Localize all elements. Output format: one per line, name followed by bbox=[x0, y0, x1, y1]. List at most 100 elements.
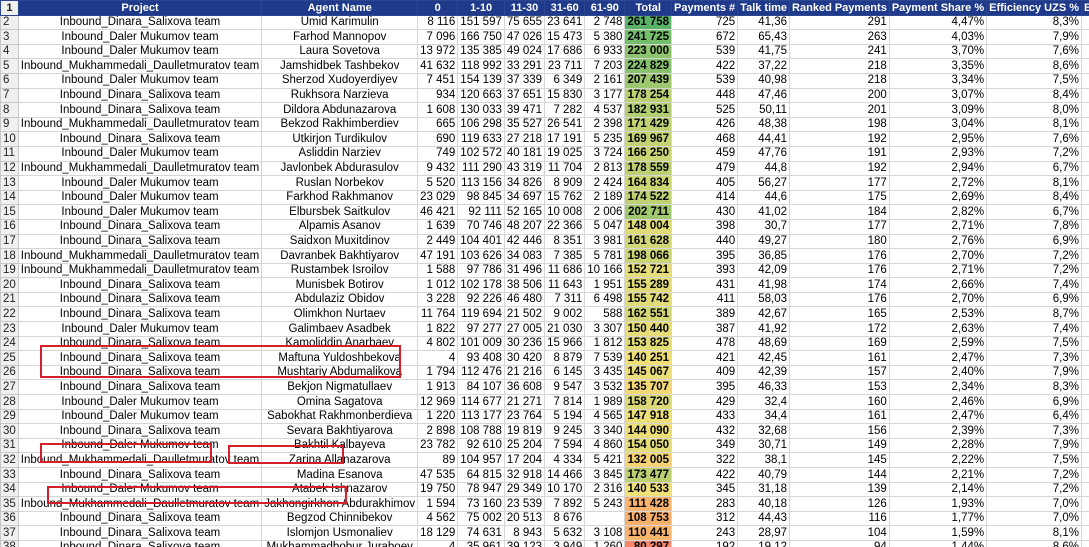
efficiency-uzs-cell[interactable]: 7,0% bbox=[986, 510, 1082, 527]
bucket-11-30-cell[interactable]: 25 204 bbox=[503, 437, 546, 454]
bucket-31-60-cell[interactable]: 22 366 bbox=[544, 218, 586, 235]
payments-count-cell[interactable]: 393 bbox=[671, 262, 739, 279]
ranked-payments-cell[interactable]: 191 bbox=[789, 145, 890, 162]
payments-count-cell[interactable]: 414 bbox=[671, 189, 739, 206]
ranked-payments-cell[interactable]: 291 bbox=[789, 14, 890, 31]
agent-name-cell[interactable]: Alpamis Asanov bbox=[261, 218, 419, 235]
payment-share-cell[interactable]: 3,34% bbox=[888, 72, 988, 89]
bucket-0-cell[interactable]: 5 520 bbox=[417, 175, 459, 191]
efficiency-share-cell[interactable]: 2,35% bbox=[1080, 160, 1089, 177]
project-cell[interactable]: Inbound_Mukhammedali_Daulletmuratov team bbox=[17, 58, 263, 74]
efficiency-share-cell[interactable]: 2,82% bbox=[1080, 525, 1089, 541]
talk-time-cell[interactable]: 42,39 bbox=[737, 364, 791, 381]
efficiency-uzs-cell[interactable]: 7,0% bbox=[986, 496, 1082, 512]
table-row[interactable]: 30 Inbound_Dinara_Salixova team Sevara Bak… bbox=[0, 423, 1089, 439]
total-cell[interactable]: 224 829 bbox=[624, 58, 673, 74]
bucket-31-60-cell[interactable]: 9 547 bbox=[544, 379, 586, 396]
payments-count-cell[interactable]: 432 bbox=[671, 423, 739, 439]
efficiency-share-cell[interactable]: 3,03% bbox=[1080, 306, 1089, 323]
bucket-11-30-cell[interactable]: 32 918 bbox=[503, 467, 546, 483]
total-cell[interactable]: 152 721 bbox=[624, 262, 673, 279]
talk-time-cell[interactable]: 47,76 bbox=[737, 145, 791, 162]
payments-count-cell[interactable]: 433 bbox=[671, 408, 739, 425]
table-row[interactable]: 4 Inbound_Daler Mukumov team Laura Sovetov… bbox=[0, 43, 1089, 60]
efficiency-uzs-cell[interactable]: 7,3% bbox=[986, 350, 1082, 366]
payments-count-cell[interactable]: 192 bbox=[671, 539, 739, 547]
row-number[interactable]: 23 bbox=[0, 321, 19, 337]
efficiency-uzs-cell[interactable]: 7,4% bbox=[986, 321, 1082, 337]
ranked-payments-cell[interactable]: 177 bbox=[789, 218, 890, 235]
project-cell[interactable]: Inbound_Mukhammedali_Daulletmuratov team bbox=[17, 496, 263, 512]
bucket-1-10-cell[interactable]: 114 677 bbox=[457, 394, 505, 410]
talk-time-cell[interactable]: 46,33 bbox=[737, 379, 791, 396]
bucket-1-10-cell[interactable]: 104 957 bbox=[457, 452, 505, 468]
bucket-61-90-cell[interactable]: 2 006 bbox=[584, 204, 626, 220]
efficiency-share-cell[interactable]: 2,40% bbox=[1080, 394, 1089, 410]
bucket-11-30-cell[interactable]: 38 506 bbox=[503, 277, 546, 293]
project-cell[interactable]: Inbound_Mukhammedali_Daulletmuratov team bbox=[17, 160, 263, 177]
bucket-0-cell[interactable]: 46 421 bbox=[417, 204, 459, 220]
bucket-0-cell[interactable]: 18 129 bbox=[417, 525, 459, 541]
bucket-11-30-cell[interactable]: 39 471 bbox=[503, 102, 546, 118]
talk-time-cell[interactable]: 30,7 bbox=[737, 218, 791, 235]
bucket-31-60-cell[interactable]: 7 814 bbox=[544, 394, 586, 410]
payment-share-cell[interactable]: 1,93% bbox=[888, 496, 988, 512]
bucket-61-90-cell[interactable]: 2 424 bbox=[584, 175, 626, 191]
agent-name-cell[interactable]: Bakhtil Kalbayeva bbox=[261, 437, 419, 454]
bucket-11-30-cell[interactable]: 40 181 bbox=[503, 145, 546, 162]
agent-name-cell[interactable]: Sevara Bakhtiyarova bbox=[261, 423, 419, 439]
bucket-0-cell[interactable]: 690 bbox=[417, 131, 459, 147]
bucket-31-60-cell[interactable]: 15 762 bbox=[544, 189, 586, 206]
row-number[interactable]: 20 bbox=[0, 277, 19, 293]
table-row[interactable]: 33 Inbound_Dinara_Salixova team Madina Esa… bbox=[0, 467, 1089, 483]
project-cell[interactable]: Inbound_Dinara_Salixova team bbox=[17, 467, 263, 483]
table-row[interactable]: 13 Inbound_Daler Mukumov team Ruslan Norbe… bbox=[0, 175, 1089, 191]
payment-share-cell[interactable]: 4,47% bbox=[888, 14, 988, 31]
payments-count-cell[interactable]: 422 bbox=[671, 58, 739, 74]
row-number[interactable]: 36 bbox=[0, 510, 19, 527]
bucket-0-cell[interactable]: 1 913 bbox=[417, 379, 459, 396]
bucket-61-90-cell[interactable]: 2 748 bbox=[584, 14, 626, 31]
project-cell[interactable]: Inbound_Dinara_Salixova team bbox=[17, 291, 263, 308]
talk-time-header[interactable]: Talk time bbox=[737, 0, 791, 16]
efficiency-uzs-cell[interactable]: 8,7% bbox=[986, 306, 1082, 323]
bucket-1-10-cell[interactable]: 64 815 bbox=[457, 467, 505, 483]
efficiency-uzs-cell[interactable]: 7,9% bbox=[986, 364, 1082, 381]
bucket-61-90-cell[interactable]: 2 813 bbox=[584, 160, 626, 177]
payments-count-cell[interactable]: 349 bbox=[671, 437, 739, 454]
bucket-11-30-cell[interactable]: 35 527 bbox=[503, 116, 546, 133]
project-cell[interactable]: Inbound_Daler Mukumov team bbox=[17, 481, 263, 498]
project-cell[interactable]: Inbound_Mukhammedali_Daulletmuratov team bbox=[17, 452, 263, 468]
payments-count-cell[interactable]: 725 bbox=[671, 14, 739, 31]
bucket-1-10-cell[interactable]: 106 298 bbox=[457, 116, 505, 133]
bucket-1-10-cell[interactable]: 119 633 bbox=[457, 131, 505, 147]
bucket-31-60-cell[interactable]: 7 594 bbox=[544, 437, 586, 454]
total-cell[interactable]: 182 931 bbox=[624, 102, 673, 118]
project-header[interactable]: Project bbox=[17, 0, 263, 16]
agent-name-cell[interactable]: Omina Sagatova bbox=[261, 394, 419, 410]
payments-count-header[interactable]: Payments # bbox=[671, 0, 739, 16]
total-cell[interactable]: 144 090 bbox=[624, 423, 673, 439]
bucket-11-30-cell[interactable]: 39 123 bbox=[503, 539, 546, 547]
project-cell[interactable]: Inbound_Dinara_Salixova team bbox=[17, 379, 263, 396]
bucket-1-10-cell[interactable]: 78 947 bbox=[457, 481, 505, 498]
efficiency-share-cell[interactable]: 2,92% bbox=[1080, 87, 1089, 104]
bucket-61-90-cell[interactable]: 1 812 bbox=[584, 335, 626, 352]
bucket-11-30-cell[interactable]: 75 655 bbox=[503, 14, 546, 31]
bucket-1-10-cell[interactable]: 35 961 bbox=[457, 539, 505, 547]
talk-time-cell[interactable]: 41,02 bbox=[737, 204, 791, 220]
efficiency-uzs-cell[interactable]: 7,2% bbox=[986, 481, 1082, 498]
bucket-61-90-cell[interactable]: 2 398 bbox=[584, 116, 626, 133]
bucket-61-90-cell[interactable]: 3 108 bbox=[584, 525, 626, 541]
bucket-0-cell[interactable]: 665 bbox=[417, 116, 459, 133]
efficiency-uzs-cell[interactable]: 7,9% bbox=[986, 437, 1082, 454]
bucket-11-30-cell[interactable]: 21 271 bbox=[503, 394, 546, 410]
bucket-0-cell[interactable]: 8 116 bbox=[417, 14, 459, 31]
row-number[interactable]: 28 bbox=[0, 394, 19, 410]
efficiency-share-cell[interactable]: 2,82% bbox=[1080, 175, 1089, 191]
project-cell[interactable]: Inbound_Dinara_Salixova team bbox=[17, 539, 263, 547]
efficiency-share-cell[interactable]: 2,60% bbox=[1080, 335, 1089, 352]
payment-share-cell[interactable]: 2,71% bbox=[888, 218, 988, 235]
bucket-1-10-cell[interactable]: 130 033 bbox=[457, 102, 505, 118]
bucket-0-cell[interactable]: 4 bbox=[417, 350, 459, 366]
